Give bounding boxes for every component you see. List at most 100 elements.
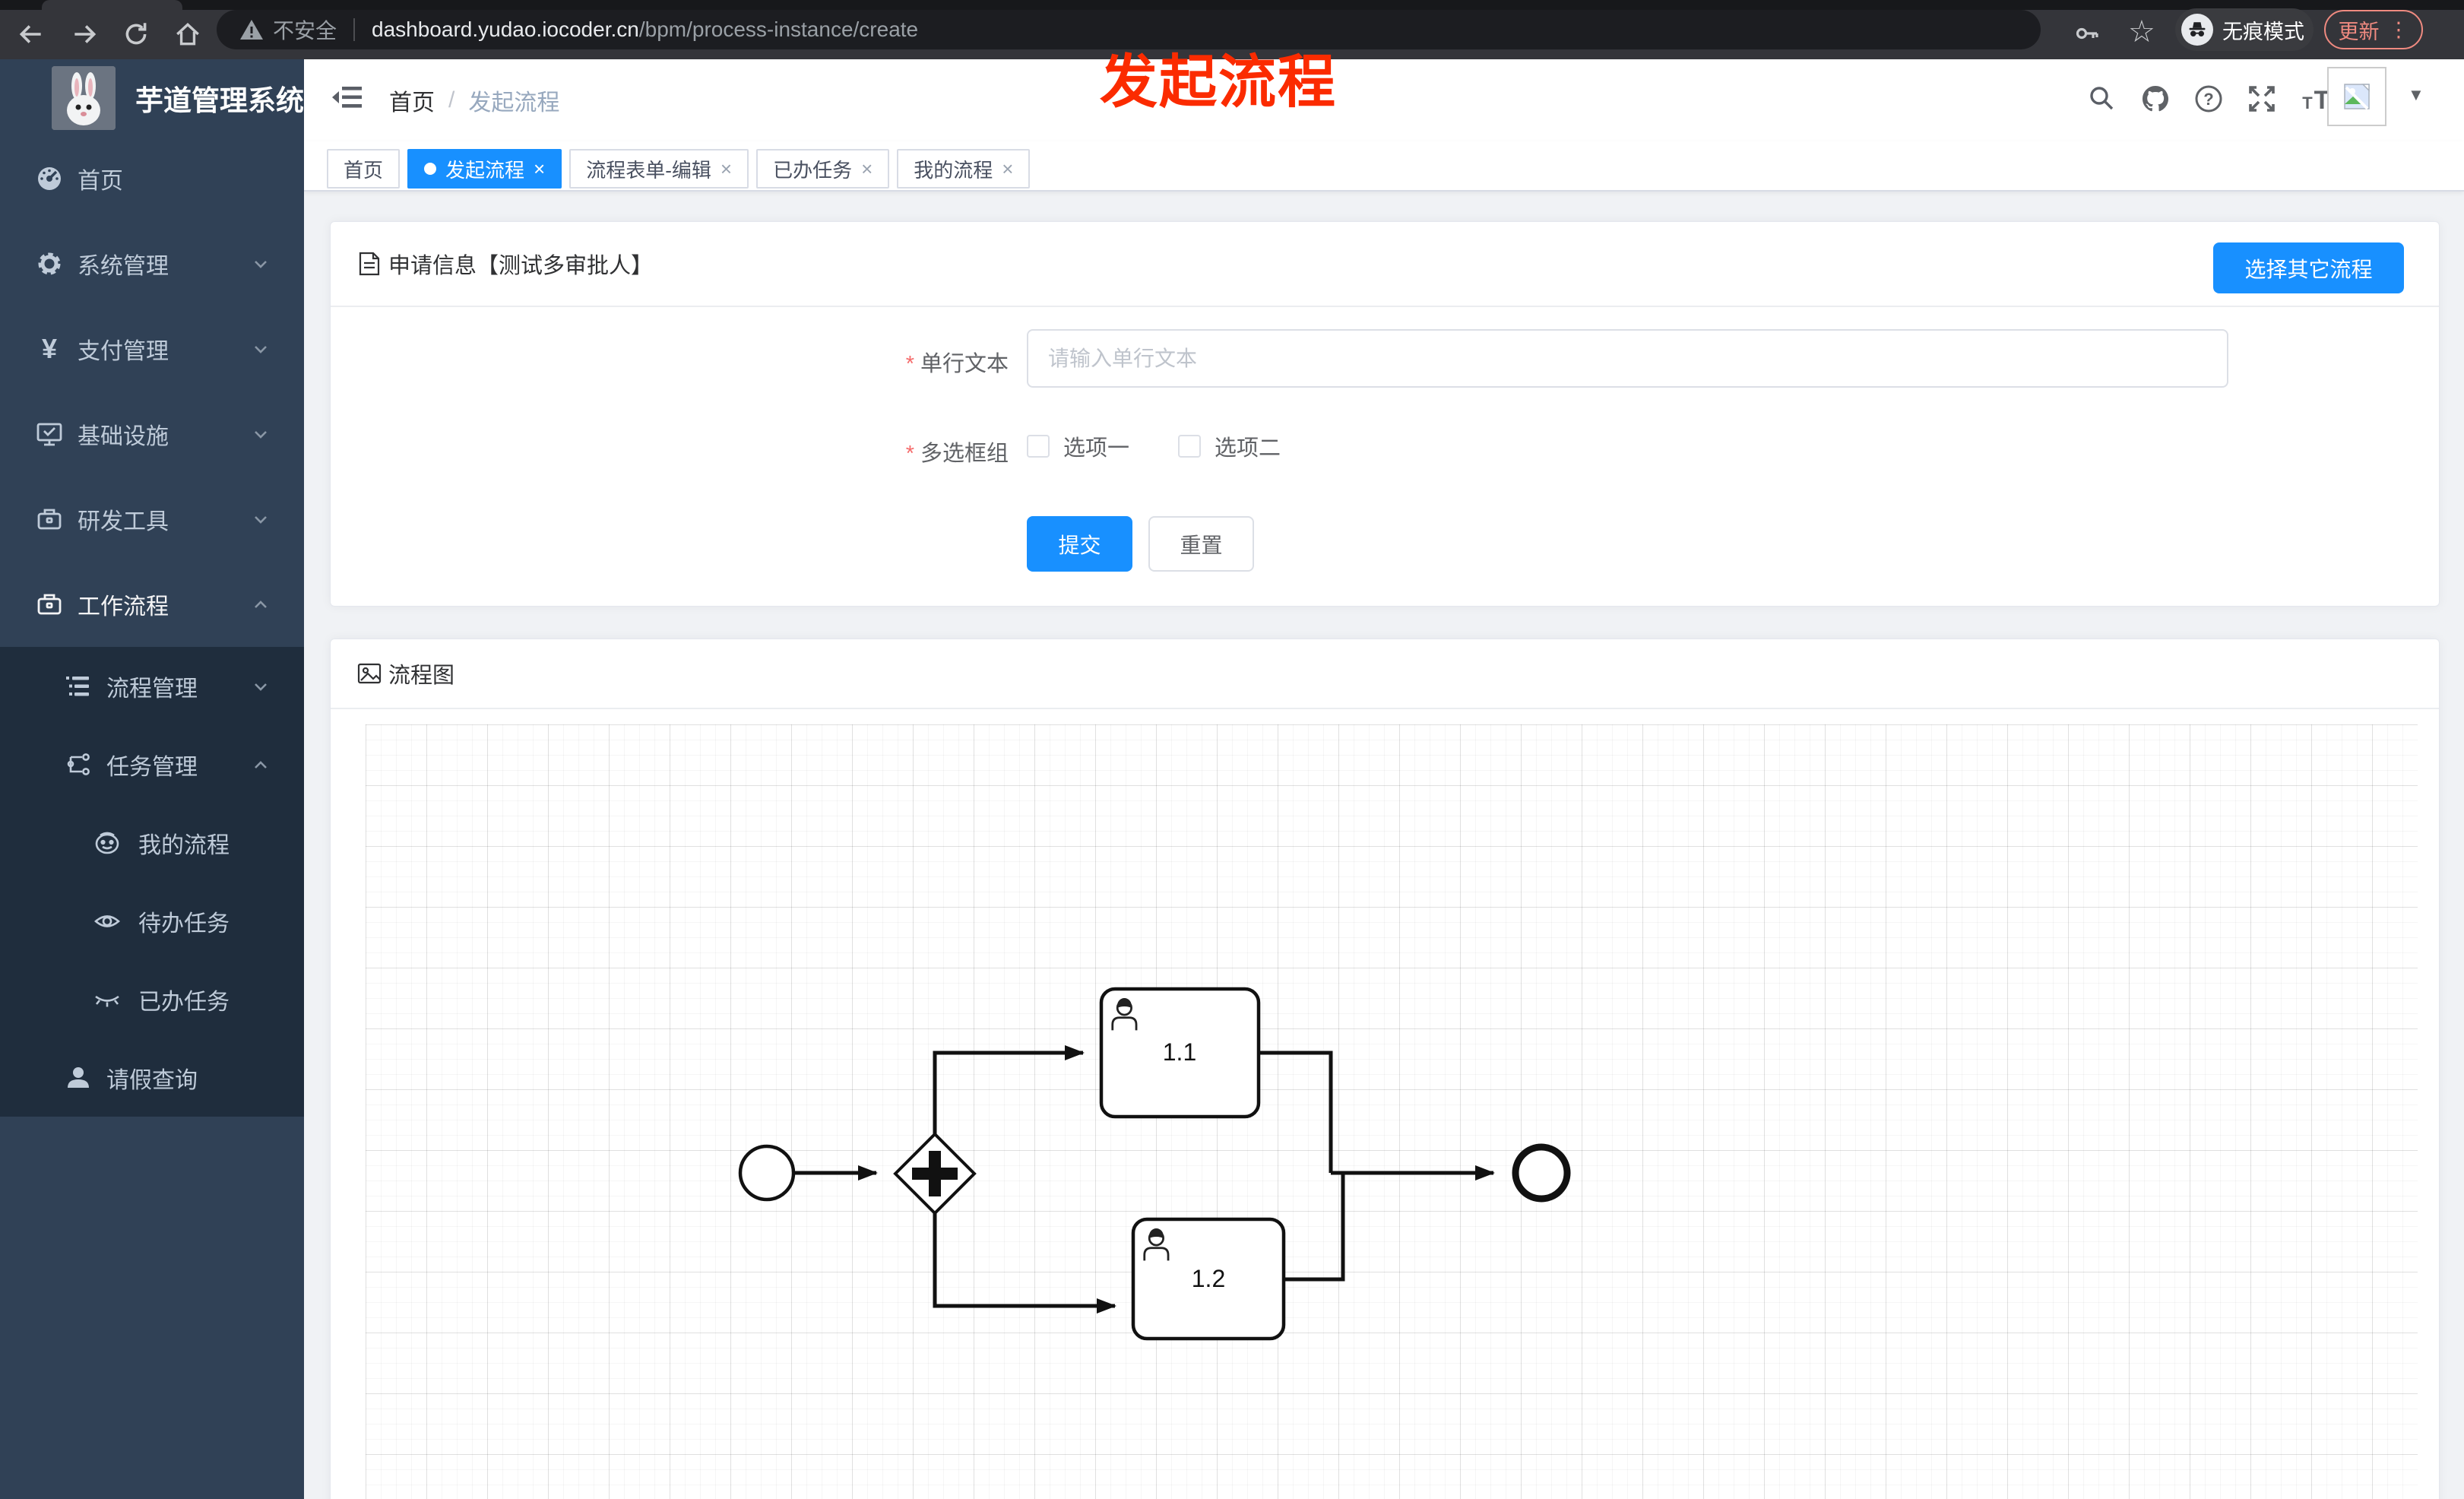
breadcrumb-home[interactable]: 首页 — [389, 84, 435, 117]
close-icon[interactable]: × — [721, 157, 732, 181]
chevron-down-icon — [251, 339, 271, 359]
sidebar-fold-icon[interactable] — [331, 81, 365, 114]
browser-menu-icon[interactable]: ⋮ — [2389, 18, 2409, 42]
flow-task1-to-join — [1259, 1051, 1333, 1173]
sidebar-item-todo-tasks[interactable]: 待办任务 — [0, 882, 304, 960]
sidebar-item-label: 已办任务 — [138, 989, 230, 1015]
sidebar-menu: 首页 系统管理 ¥ 支付管理 基础设施 研发工具 工作流程 流程管理 任务管理 … — [0, 136, 304, 1117]
bpmn-canvas[interactable]: 1.1 1.2 — [366, 724, 2418, 1499]
monitor-icon — [35, 420, 64, 448]
help-icon[interactable]: ? — [2193, 84, 2227, 117]
back-icon[interactable] — [17, 20, 46, 49]
org-tree-icon — [64, 750, 93, 779]
bookmark-star-icon[interactable]: ☆ — [2128, 17, 2155, 47]
reset-button[interactable]: 重置 — [1148, 516, 1254, 572]
bpmn-user-task-2[interactable]: 1.2 — [1131, 1217, 1286, 1341]
toolbox-icon — [35, 505, 64, 534]
bpmn-start-event[interactable] — [738, 1144, 796, 1202]
broken-image-icon — [2344, 84, 2370, 110]
bpmn-diagram: 1.1 1.2 — [738, 987, 1571, 1341]
checkbox-icon[interactable] — [1178, 435, 1202, 458]
incognito-badge: 无痕模式 — [2175, 8, 2314, 51]
close-icon[interactable]: × — [861, 157, 873, 181]
user-icon — [64, 1063, 93, 1092]
field-label-text: 单行文本 — [920, 352, 1009, 376]
submit-button[interactable]: 提交 — [1027, 516, 1132, 572]
reload-icon[interactable] — [122, 20, 150, 49]
sidebar-item-label: 基础设施 — [78, 424, 169, 449]
sidebar-item-label: 支付管理 — [78, 339, 169, 364]
tag-form-edit[interactable]: 流程表单-编辑 × — [569, 149, 749, 189]
task-label: 1.2 — [1192, 1265, 1225, 1292]
forward-icon[interactable] — [70, 20, 99, 49]
breadcrumb: 首页 / 发起流程 — [389, 59, 559, 141]
tags-bar: 首页 发起流程 × 流程表单-编辑 × 已办任务 × 我的流程 × — [304, 141, 2464, 192]
sidebar-logo-row[interactable]: 芋道管理系统 — [0, 59, 304, 136]
font-small-glyph: T — [2302, 93, 2313, 113]
fullscreen-icon[interactable] — [2247, 84, 2280, 117]
card-title: 流程图 — [388, 664, 455, 688]
sidebar-item-infrastructure[interactable]: 基础设施 — [0, 391, 304, 477]
bpmn-user-task-1[interactable]: 1.1 — [1099, 987, 1261, 1119]
update-button[interactable]: 更新 ⋮ — [2324, 10, 2423, 49]
sidebar-item-label: 工作流程 — [78, 594, 169, 620]
github-icon[interactable] — [2140, 84, 2174, 117]
sidebar-item-label: 流程管理 — [106, 676, 198, 702]
sidebar-item-process-management[interactable]: 流程管理 — [0, 647, 304, 725]
sidebar-item-home[interactable]: 首页 — [0, 136, 304, 221]
bpmn-end-event[interactable] — [1512, 1143, 1571, 1203]
robot-face-icon — [93, 829, 122, 857]
sidebar-item-task-management[interactable]: 任务管理 — [0, 725, 304, 803]
app-header: 首页 / 发起流程 ? TT ▼ — [304, 59, 2464, 141]
sidebar-item-my-process[interactable]: 我的流程 — [0, 803, 304, 882]
tag-start-process[interactable]: 发起流程 × — [407, 149, 562, 189]
sidebar-item-devtools[interactable]: 研发工具 — [0, 477, 304, 562]
sidebar-item-label: 任务管理 — [106, 754, 198, 780]
tag-label: 首页 — [344, 158, 384, 182]
sidebar-item-label: 待办任务 — [138, 911, 230, 936]
tag-done-tasks[interactable]: 已办任务 × — [756, 149, 890, 189]
url-host: dashboard.yudao.iocoder.cn — [372, 17, 639, 41]
checkbox-group: 选项一 选项二 — [1027, 424, 1281, 468]
card-header: 流程图 — [331, 639, 2439, 709]
screen: 不安全 dashboard.yudao.iocoder.cn/bpm/proce… — [0, 0, 2464, 1499]
checkbox-option-1[interactable]: 选项一 — [1027, 430, 1129, 462]
checkbox-option-2[interactable]: 选项二 — [1178, 430, 1281, 462]
bpmn-parallel-gateway[interactable] — [893, 1132, 977, 1215]
update-label: 更新 — [2338, 20, 2380, 43]
tags-list: 首页 发起流程 × 流程表单-编辑 × 已办任务 × 我的流程 × — [327, 149, 1031, 189]
single-line-text-input[interactable] — [1027, 329, 2228, 388]
process-diagram-card: 流程图 1.1 1.2 — [330, 639, 2440, 1499]
sidebar-item-done-tasks[interactable]: 已办任务 — [0, 960, 304, 1038]
sidebar-item-payment[interactable]: ¥ 支付管理 — [0, 306, 304, 391]
sidebar-item-leave-query[interactable]: 请假查询 — [0, 1038, 304, 1117]
avatar-caret-icon[interactable]: ▼ — [2408, 85, 2424, 105]
home-icon[interactable] — [173, 20, 202, 49]
checkbox-icon[interactable] — [1027, 435, 1050, 458]
tag-my-process[interactable]: 我的流程 × — [897, 149, 1031, 189]
single-line-text-wrap — [1027, 329, 2228, 388]
key-icon[interactable] — [2073, 20, 2102, 49]
card-title: 申请信息【测试多审批人】 — [388, 254, 654, 278]
sidebar-item-label: 首页 — [78, 169, 123, 194]
field-label-checkbox-group: * 多选框组 — [331, 436, 1009, 467]
question-glyph: ? — [2203, 90, 2213, 109]
close-icon[interactable]: × — [534, 157, 545, 181]
sidebar-item-system[interactable]: 系统管理 — [0, 221, 304, 306]
tag-label: 我的流程 — [914, 158, 993, 182]
browser-tab-strip — [0, 0, 2464, 10]
sidebar-item-label: 我的流程 — [138, 832, 230, 858]
sidebar-item-workflow[interactable]: 工作流程 — [0, 562, 304, 647]
choose-other-process-button[interactable]: 选择其它流程 — [2213, 242, 2404, 293]
browser-active-tab[interactable] — [42, 0, 182, 10]
close-icon[interactable]: × — [1002, 157, 1013, 181]
security-label[interactable]: 不安全 — [273, 14, 337, 45]
avatar[interactable] — [2327, 67, 2386, 126]
eye-closed-icon — [93, 985, 122, 1014]
field-label-single-line: * 单行文本 — [331, 346, 1009, 378]
search-icon[interactable] — [2087, 84, 2120, 117]
document-icon — [356, 251, 382, 277]
breadcrumb-separator: / — [448, 87, 455, 113]
tag-home[interactable]: 首页 — [327, 149, 401, 189]
annotation-title: 发起流程 — [1100, 50, 1337, 115]
